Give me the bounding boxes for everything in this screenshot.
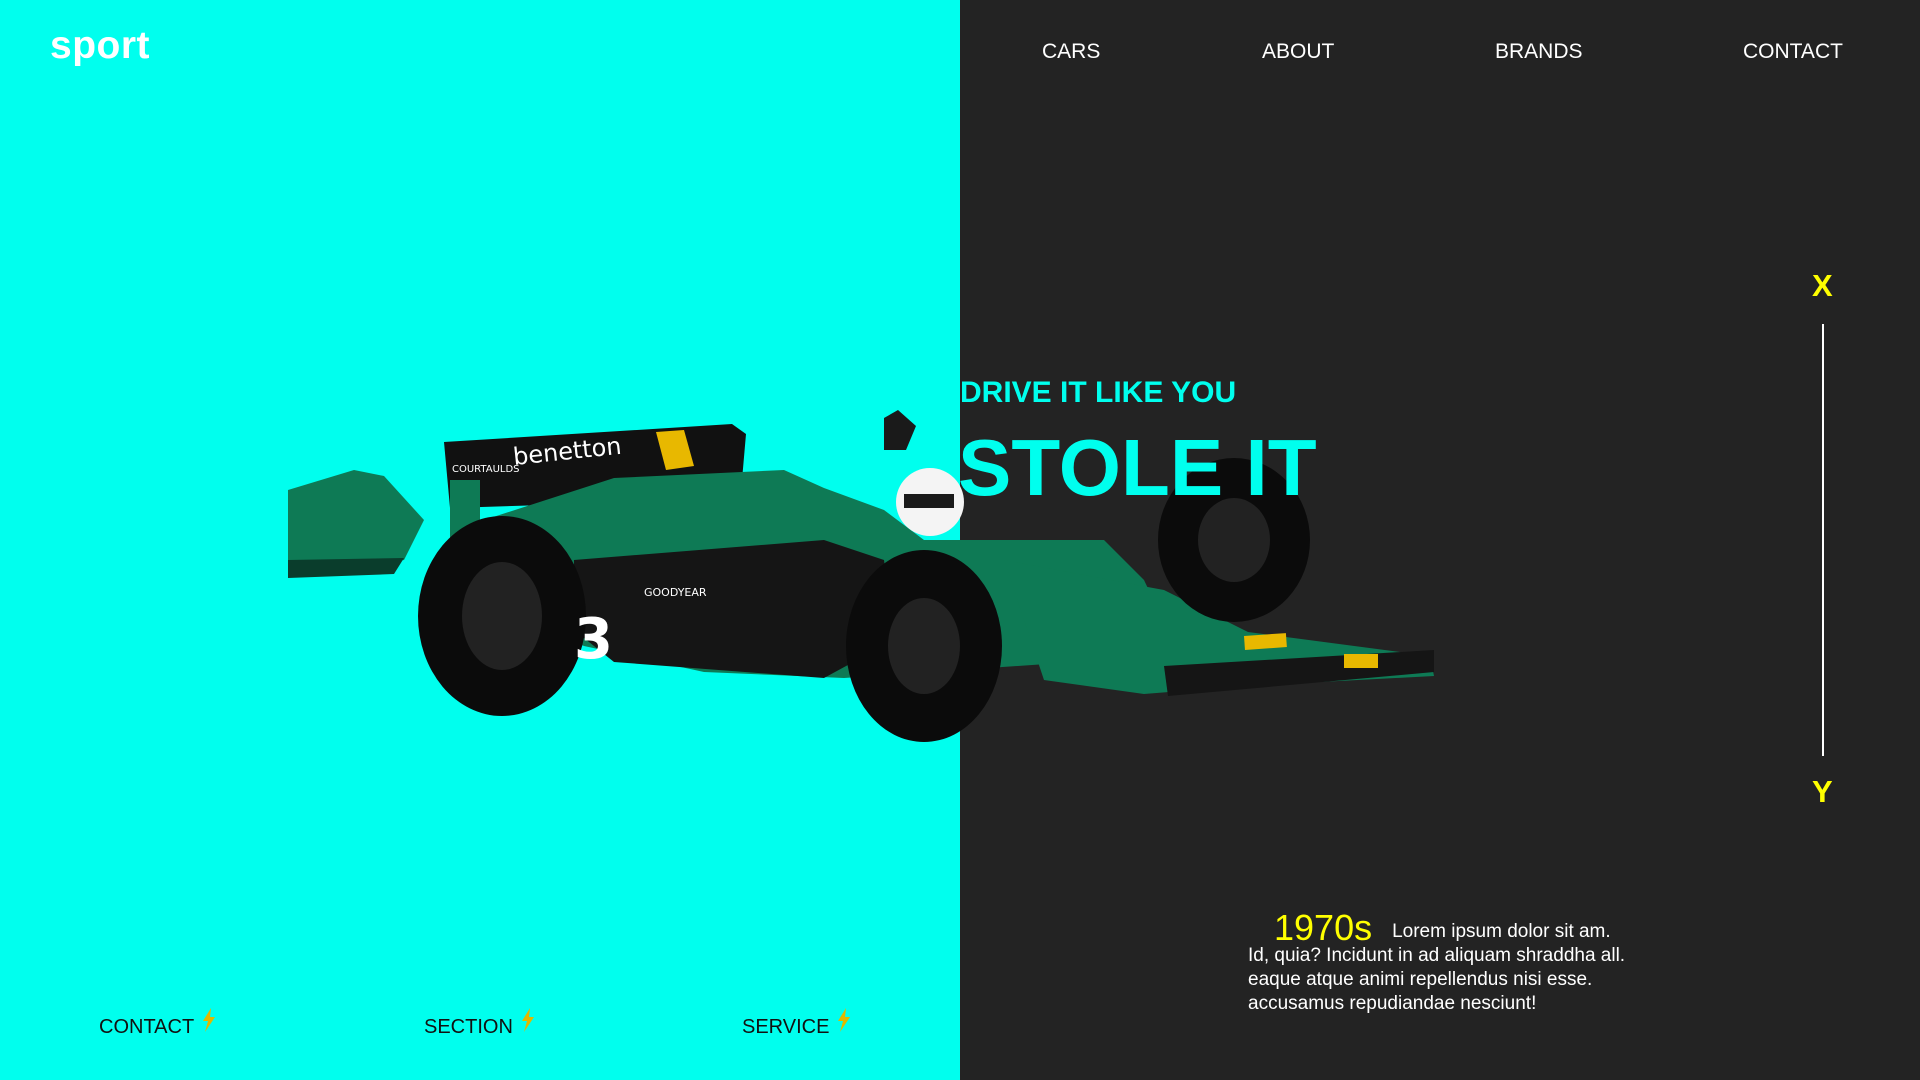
nav-about[interactable]: ABOUT <box>1262 40 1334 64</box>
era-line-3: eaque atque animi repellendus nisi esse. <box>1248 969 1593 990</box>
bottom-links: CONTACT SECTION SERVICE <box>0 1008 960 1052</box>
era-line-1: Lorem ipsum dolor sit am. <box>1392 921 1611 942</box>
nav-brands[interactable]: BRANDS <box>1495 40 1583 64</box>
era-line-2: Id, quia? Incidunt in ad aliquam shraddh… <box>1248 945 1626 966</box>
bolt-icon <box>203 1008 216 1032</box>
bottom-link-section[interactable]: SECTION <box>424 1008 535 1039</box>
car-sponsor2-text: COURTAULDS <box>452 464 520 475</box>
axis-y-label: Y <box>1812 774 1833 809</box>
logo[interactable]: sport <box>50 24 150 68</box>
bolt-icon <box>838 1008 851 1032</box>
main-nav: CARS ABOUT BRANDS CONTACT <box>960 40 1920 70</box>
car-tyre-text: GOODYEAR <box>644 586 707 599</box>
nav-cars[interactable]: CARS <box>1042 40 1100 64</box>
axis-line <box>1822 324 1824 756</box>
nav-contact[interactable]: CONTACT <box>1743 40 1843 64</box>
bottom-link-service[interactable]: SERVICE <box>742 1008 851 1039</box>
era-line-4: accusamus repudiandae nesciunt! <box>1248 993 1537 1014</box>
hero-headline: STOLE IT <box>958 423 1317 512</box>
axis-x-label: X <box>1812 268 1833 303</box>
hero-tagline: DRIVE IT LIKE YOU <box>960 376 1237 409</box>
bolt-icon <box>521 1008 534 1032</box>
bottom-link-label: SECTION <box>424 1016 513 1038</box>
bottom-link-contact[interactable]: CONTACT <box>99 1008 216 1039</box>
bottom-link-label: SERVICE <box>742 1016 830 1038</box>
era-year: 1970s <box>1274 907 1373 948</box>
car-number: 3 <box>574 607 613 672</box>
era-description: 1970s Lorem ipsum dolor sit am. Id, quia?… <box>1248 910 1668 1016</box>
bottom-link-label: CONTACT <box>99 1016 195 1038</box>
landing-page: sport CARS ABOUT BRANDS CONTACT benetton… <box>0 0 1920 1080</box>
